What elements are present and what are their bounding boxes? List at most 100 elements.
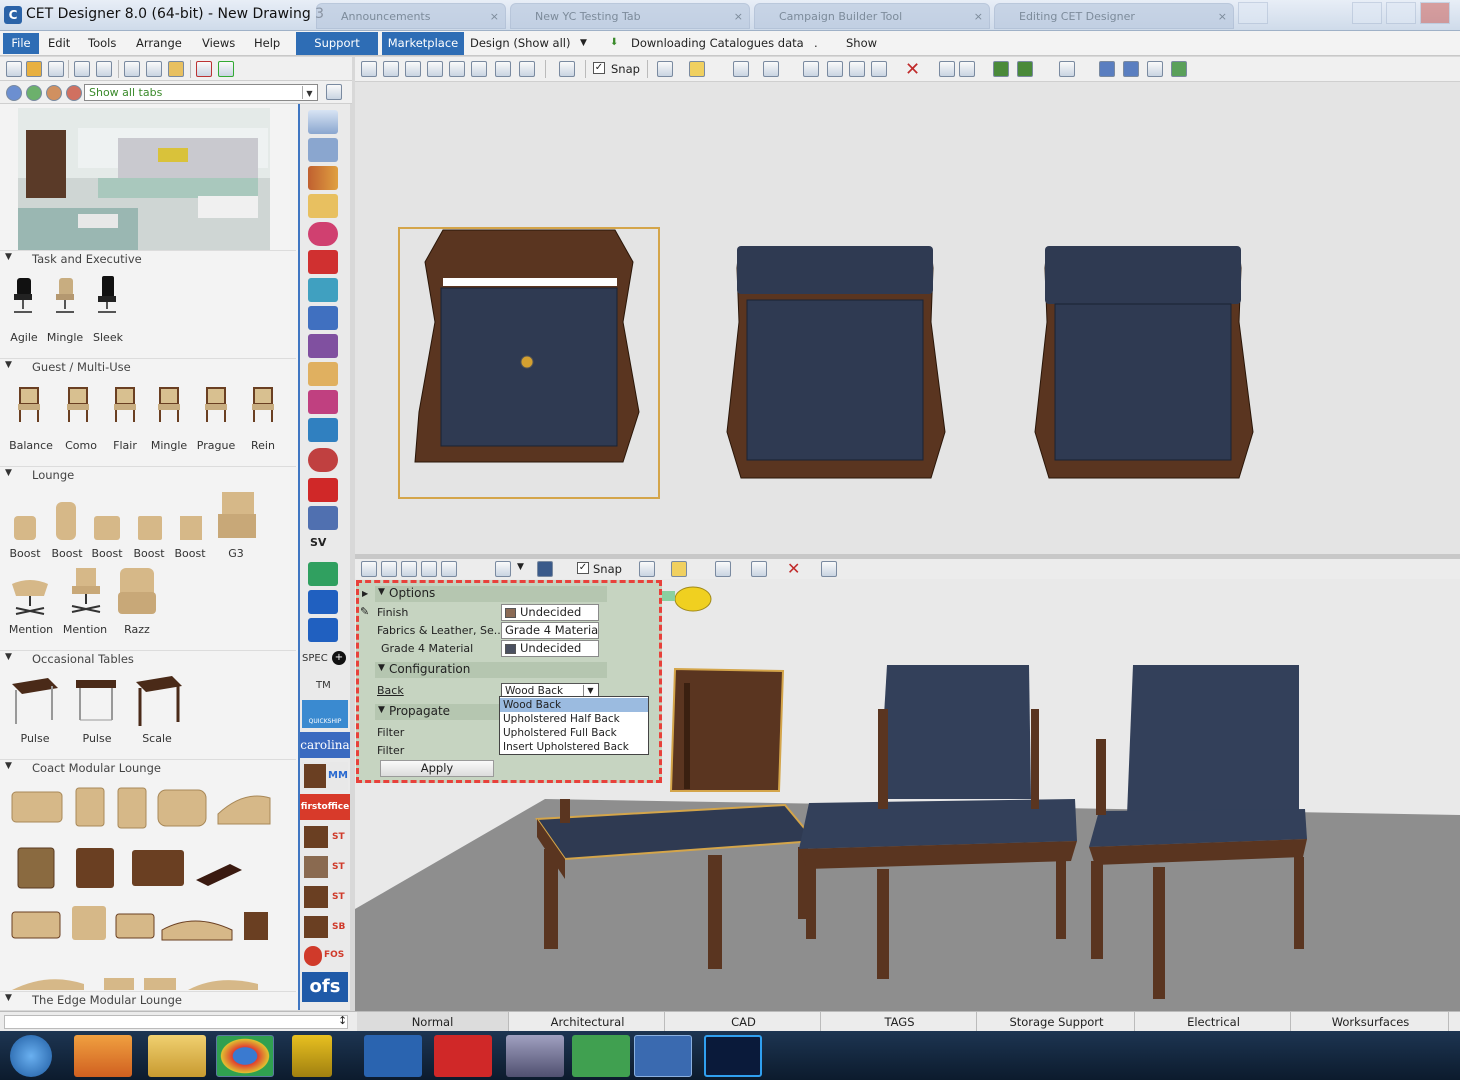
menu-arrange[interactable]: Arrange — [136, 36, 182, 50]
scissors-icon[interactable] — [939, 61, 955, 77]
section-edge-modular-lounge[interactable]: ▼ The Edge Modular Lounge — [0, 991, 296, 1009]
tab-electrical[interactable]: Electrical — [1137, 1012, 1291, 1032]
zoom-out-icon[interactable] — [449, 61, 465, 77]
rotation-handle-icon[interactable] — [674, 586, 712, 612]
arrow-icon[interactable] — [959, 61, 975, 77]
configuration-header[interactable]: ▼ Configuration — [375, 662, 607, 678]
ruler-icon[interactable] — [1147, 61, 1163, 77]
menu-views[interactable]: Views — [202, 36, 235, 50]
fos-logo[interactable]: FOS — [302, 944, 348, 968]
collapse-triangle-icon[interactable]: ▼ — [5, 360, 12, 370]
plan-view-canvas[interactable] — [355, 82, 1460, 554]
refresh-icon[interactable] — [66, 85, 82, 101]
new-file-icon[interactable] — [6, 61, 22, 77]
chair-thumbnail-icon[interactable] — [154, 384, 184, 424]
close-icon[interactable]: × — [734, 10, 743, 23]
menu-file[interactable]: File — [3, 33, 39, 54]
tabs-settings-icon[interactable] — [326, 84, 342, 100]
lasso-icon[interactable] — [763, 61, 779, 77]
dropdown-option[interactable]: Upholstered Half Back — [500, 712, 648, 726]
cet-taskbar-icon[interactable] — [364, 1035, 422, 1077]
collapse-triangle-icon[interactable]: ▼ — [378, 587, 385, 597]
modular-lounge-thumbnails[interactable] — [8, 784, 288, 944]
table-icon[interactable] — [308, 362, 338, 386]
snap-checkbox[interactable]: ✓ — [577, 562, 589, 574]
resize-grip-icon[interactable]: ↕ — [338, 1014, 347, 1027]
stool-thumbnail-icon[interactable] — [92, 508, 122, 542]
section-occasional-tables[interactable]: ▼ Occasional Tables — [0, 650, 296, 668]
fabrics-field[interactable]: Grade 4 Materia — [501, 622, 599, 639]
sketchup-icon[interactable] — [308, 478, 338, 502]
mm-logo[interactable]: MM — [302, 762, 348, 790]
delete-icon[interactable]: ✕ — [787, 559, 800, 578]
dropdown-option[interactable]: Upholstered Full Back — [500, 726, 648, 740]
zoom-selection-icon[interactable] — [401, 561, 417, 577]
chair-thumbnail-icon[interactable] — [63, 384, 93, 424]
tab-normal[interactable]: Normal — [357, 1012, 509, 1032]
measure-icon[interactable] — [1099, 61, 1115, 77]
cet-active-taskbar-icon[interactable] — [634, 1035, 692, 1077]
cut-icon[interactable] — [124, 61, 140, 77]
grade-field[interactable]: Undecided — [501, 640, 599, 657]
section-task-executive[interactable]: ▼ Task and Executive — [0, 250, 296, 268]
zoom-window-icon[interactable] — [381, 561, 397, 577]
collapse-triangle-icon[interactable]: ▼ — [5, 252, 12, 262]
chevron-down-icon[interactable]: ▼ — [517, 562, 524, 572]
zoom-extents-icon[interactable] — [361, 61, 377, 77]
selection-rect-icon[interactable] — [715, 561, 731, 577]
lounge-chair-thumbnail-icon[interactable] — [216, 490, 258, 542]
desk-icon[interactable] — [308, 306, 338, 330]
show-button[interactable]: Show — [846, 36, 877, 50]
photoshop-icon[interactable] — [704, 1035, 762, 1077]
section-guest-multi-use[interactable]: ▼ Guest / Multi-Use — [0, 358, 296, 376]
zoom-extents-icon[interactable] — [361, 561, 377, 577]
wave-icon[interactable] — [308, 250, 338, 274]
box-icon[interactable] — [308, 618, 338, 642]
lounge-chair-thumbnail-icon[interactable] — [10, 574, 50, 618]
new-tab-button[interactable] — [1238, 2, 1268, 24]
rotate-icon[interactable] — [827, 61, 843, 77]
browser-tab-3[interactable]: Campaign Builder Tool × — [754, 3, 990, 29]
carolina-logo[interactable]: carolina — [300, 732, 350, 758]
collapse-triangle-icon[interactable]: ▼ — [5, 761, 12, 771]
snap-checkbox[interactable]: ✓ — [593, 62, 605, 74]
catalog-preview-image[interactable] — [18, 108, 270, 250]
table-thumbnail-icon[interactable] — [8, 674, 62, 728]
selection-rect-icon[interactable] — [733, 61, 749, 77]
chair-thumbnail-icon[interactable] — [92, 276, 122, 316]
s-app-icon[interactable] — [572, 1035, 630, 1077]
open-folder-icon[interactable] — [26, 61, 42, 77]
camera-icon[interactable] — [495, 561, 511, 577]
camera-icon[interactable] — [559, 61, 575, 77]
star-icon[interactable] — [308, 590, 338, 614]
maximize-button[interactable] — [1386, 2, 1416, 24]
chair-thumbnail-icon[interactable] — [248, 384, 278, 424]
zoom-in-icon[interactable] — [421, 561, 437, 577]
collapse-triangle-icon[interactable]: ▼ — [5, 468, 12, 478]
chair-thumbnail-icon[interactable] — [8, 276, 38, 316]
sketchup-taskbar-icon[interactable] — [434, 1035, 492, 1077]
dropdown-option[interactable]: Wood Back — [500, 698, 648, 712]
chair-thumbnail-icon[interactable] — [50, 276, 80, 316]
zoom-out-icon[interactable] — [441, 561, 457, 577]
chevron-down-icon[interactable]: ▼ — [302, 86, 316, 99]
forward-icon[interactable] — [26, 85, 42, 101]
lock-app-icon[interactable] — [292, 1035, 332, 1077]
chair-plan-2[interactable] — [726, 246, 946, 479]
link-icon[interactable] — [308, 278, 338, 302]
expand-triangle-icon[interactable]: ▶ — [362, 589, 368, 598]
st-logo[interactable]: ST — [302, 854, 348, 880]
pin-icon[interactable]: ✎ — [360, 605, 369, 618]
browser-tab-4[interactable]: Editing CET Designer × — [994, 3, 1234, 29]
quickship-logo[interactable]: QUICKSHIP — [302, 700, 348, 728]
connect-icon[interactable] — [1171, 61, 1187, 77]
chair-thumbnail-icon[interactable] — [201, 384, 231, 424]
move-icon[interactable] — [849, 61, 865, 77]
section-coact-modular-lounge[interactable]: ▼ Coact Modular Lounge — [0, 759, 296, 777]
pyramid-app-icon[interactable] — [506, 1035, 564, 1077]
menu-help[interactable]: Help — [254, 36, 280, 50]
chair-plan-1[interactable] — [414, 229, 640, 463]
stool-thumbnail-icon[interactable] — [136, 510, 164, 542]
tab-storage-support[interactable]: Storage Support — [979, 1012, 1135, 1032]
collapse-triangle-icon[interactable]: ▼ — [378, 663, 385, 673]
